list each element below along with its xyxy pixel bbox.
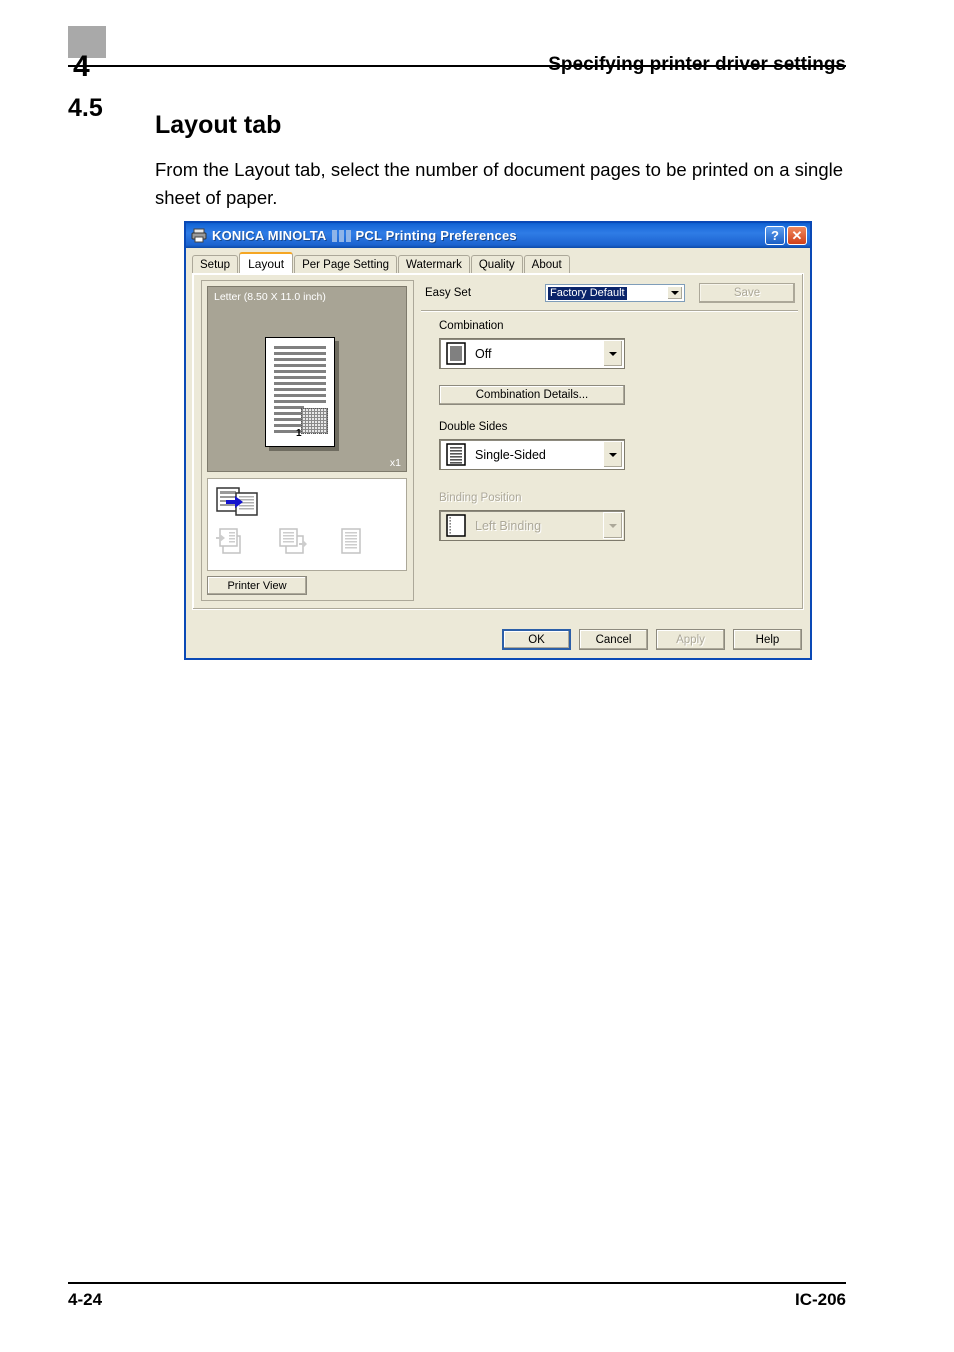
combination-details-label: Combination Details... [475, 389, 589, 401]
printer-view-button[interactable]: Printer View [207, 576, 307, 595]
dialog-title-suffix: PCL Printing Preferences [355, 228, 517, 243]
left-binding-icon [446, 514, 466, 537]
section-paragraph: From the Layout tab, select the number o… [155, 158, 844, 208]
tab-about[interactable]: About [523, 255, 570, 273]
tab-setup[interactable]: Setup [192, 255, 239, 273]
header-divider [68, 65, 846, 67]
save-button[interactable]: Save [699, 283, 795, 303]
thumbnail-page-number: 1 [296, 428, 302, 439]
sheet-thumbnail: 1 [265, 337, 335, 447]
tab-per-page-setting[interactable]: Per Page Setting [294, 255, 398, 273]
tab-watermark[interactable]: Watermark [398, 255, 470, 273]
close-icon[interactable]: ✕ [787, 226, 807, 245]
help-icon[interactable]: ? [765, 226, 785, 245]
binding-position-value: Left Binding [475, 518, 542, 533]
apply-label: Apply [676, 633, 705, 646]
printing-preferences-dialog: KONICA MINOLTA PCL Printing Preferences … [184, 221, 812, 660]
combination-combobox[interactable]: Off [439, 338, 625, 369]
dialog-footer-buttons: OK Cancel Apply Help [186, 629, 810, 650]
layout-settings-group: Easy Set Factory Default Save Combinatio… [421, 280, 798, 601]
cancel-button[interactable]: Cancel [579, 629, 648, 650]
printer-icon [191, 228, 207, 243]
binding-position-chevron-down-icon[interactable] [603, 512, 623, 539]
easy-set-combobox[interactable]: Factory Default [545, 284, 685, 302]
chevron-down-icon[interactable] [667, 286, 683, 300]
combination-value: Off [475, 346, 492, 361]
combination-chevron-down-icon[interactable] [603, 340, 623, 367]
easy-set-row: Easy Set Factory Default Save [421, 282, 798, 311]
double-sides-combobox[interactable]: Single-Sided [439, 439, 625, 470]
dialog-title: KONICA MINOLTA PCL Printing Preferences [212, 228, 517, 243]
double-sides-chevron-down-icon[interactable] [603, 441, 623, 468]
combination-details-button[interactable]: Combination Details... [439, 385, 625, 405]
combination-status-icon [216, 487, 258, 517]
page-preview: Letter (8.50 X 11.0 inch) 1 x1 [207, 286, 407, 472]
footer-divider [68, 1282, 846, 1284]
punch-icon [338, 527, 364, 555]
apply-button[interactable]: Apply [656, 629, 725, 650]
easy-set-label: Easy Set [425, 287, 472, 299]
paper-size-label: Letter (8.50 X 11.0 inch) [214, 291, 326, 303]
feature-status-icons [207, 478, 407, 571]
help-button[interactable]: Help [733, 629, 802, 650]
product-code: IC-206 [794, 1290, 846, 1309]
dialog-titlebar[interactable]: KONICA MINOLTA PCL Printing Preferences … [186, 223, 810, 248]
binding-position-label: Binding Position [439, 492, 522, 504]
tab-quality[interactable]: Quality [470, 255, 523, 273]
disabled-feature-icons [216, 527, 364, 555]
thumbnail-image-placeholder [301, 408, 328, 434]
easy-set-value: Factory Default [548, 286, 627, 300]
layout-tab-panel: Letter (8.50 X 11.0 inch) 1 x1 Printer V… [192, 273, 804, 610]
offset-icon [216, 527, 246, 555]
single-sided-icon [446, 443, 466, 466]
help-label: Help [755, 633, 780, 646]
tab-layout[interactable]: Layout [239, 252, 294, 273]
printer-view-label: Printer View [227, 579, 287, 592]
chapter-number: 4 [73, 52, 90, 82]
titlebar-buttons: ? ✕ [765, 226, 807, 245]
page-title: Layout tab [155, 110, 282, 139]
preview-scale-label: x1 [389, 457, 401, 469]
page-number: 4-24 [68, 1290, 103, 1309]
ok-button[interactable]: OK [502, 629, 571, 650]
ok-label: OK [528, 633, 545, 646]
tab-bar: Setup Layout Per Page Setting Watermark … [192, 252, 810, 273]
redacted-model-name [331, 229, 351, 242]
double-sides-value: Single-Sided [475, 447, 546, 462]
binding-position-combobox[interactable]: Left Binding [439, 510, 625, 541]
page-header: 4 Specifying printer driver settings [68, 26, 846, 82]
section-number: 4.5 [68, 94, 103, 122]
preview-group: Letter (8.50 X 11.0 inch) 1 x1 Printer V… [201, 280, 414, 601]
combination-off-icon [446, 342, 466, 365]
double-sides-label: Double Sides [439, 421, 508, 433]
combination-label: Combination [439, 320, 504, 332]
cancel-label: Cancel [595, 633, 632, 646]
staple-icon [277, 527, 307, 555]
save-label: Save [733, 287, 761, 299]
dialog-title-brand: KONICA MINOLTA [212, 228, 327, 243]
